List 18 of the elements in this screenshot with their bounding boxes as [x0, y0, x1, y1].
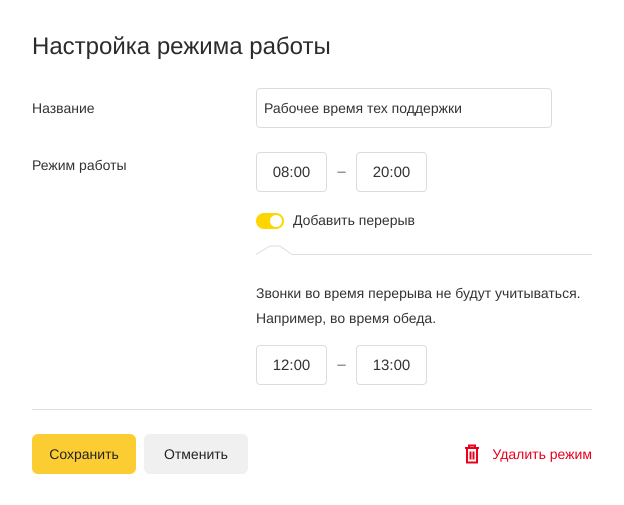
field-label: Название: [32, 98, 96, 118]
name-field[interactable]: Рабочее время тех поддержки: [256, 88, 552, 128]
range-dash: –: [336, 354, 347, 375]
break-note: Звонки во время перерыва не будут учитываться.: [256, 284, 582, 303]
time-field[interactable]: 08:00: [256, 152, 327, 192]
toggle-label: Добавить перерыв: [293, 211, 415, 230]
delete-button[interactable]: Удалить режим: [464, 444, 592, 464]
page-title: Настройка режима работы: [32, 32, 332, 62]
cancel-button[interactable]: Отменить: [144, 434, 248, 474]
trash-icon: [464, 444, 480, 464]
range-dash: –: [336, 162, 347, 182]
break-toggle[interactable]: [256, 212, 284, 228]
time-field[interactable]: 20:00: [356, 152, 427, 192]
break-example: Например, во время обеда.: [256, 309, 438, 328]
time-field[interactable]: 13:00: [356, 345, 427, 385]
field-label: Режим работы: [32, 156, 128, 175]
time-field[interactable]: 12:00: [256, 345, 327, 385]
save-button[interactable]: Сохранить: [32, 434, 136, 474]
